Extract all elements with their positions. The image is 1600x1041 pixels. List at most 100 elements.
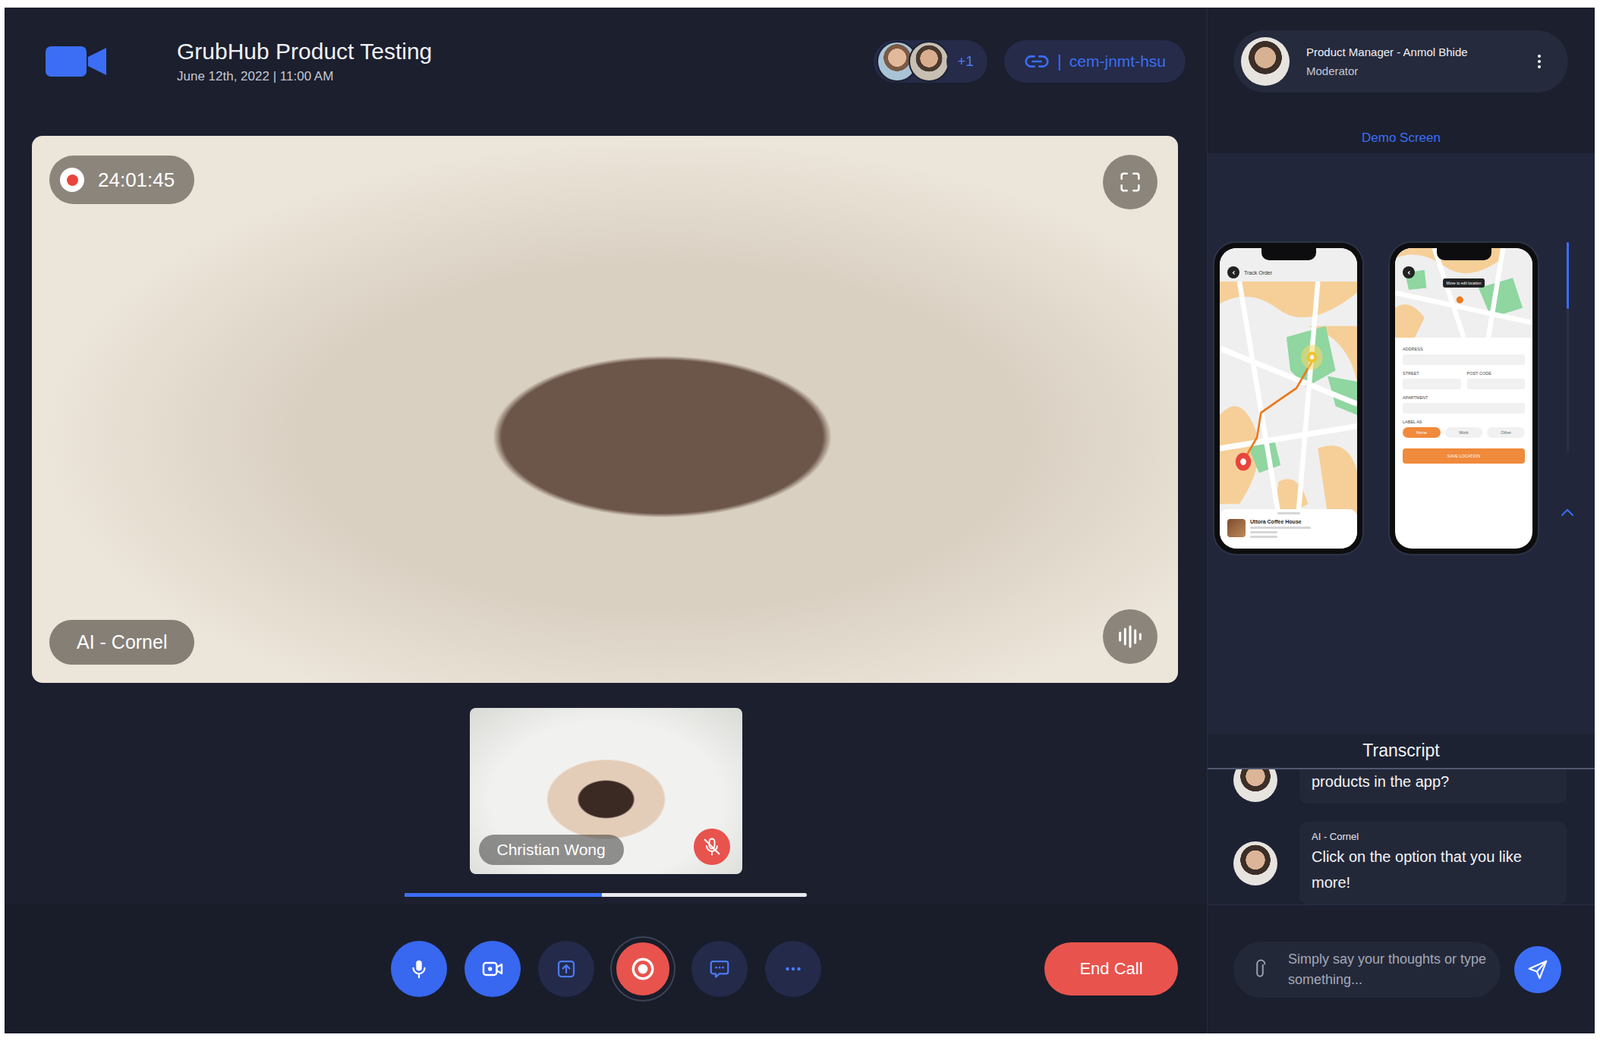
label-chip[interactable]: Other bbox=[1486, 427, 1525, 438]
meeting-link[interactable]: |cem-jnmt-hsu bbox=[1004, 40, 1186, 83]
restaurant-thumbnail bbox=[1227, 519, 1246, 538]
phone-mockup[interactable]: Track OrderUttora Coffee House bbox=[1214, 242, 1363, 555]
voice-input-icon[interactable] bbox=[1248, 958, 1272, 982]
scroll-thumb[interactable] bbox=[1566, 242, 1569, 309]
participants[interactable]: +1 bbox=[873, 40, 988, 83]
progress-fill bbox=[404, 893, 602, 898]
participant-avatar[interactable] bbox=[908, 40, 950, 82]
field-label: LABEL AS bbox=[1402, 419, 1525, 425]
map-area: Move to edit location bbox=[1395, 248, 1533, 338]
message-bubble: AI - CornelClick on the option that you … bbox=[1299, 822, 1567, 905]
record-icon bbox=[629, 956, 656, 983]
moderator-card[interactable]: Product Manager - Anmol Bhide Moderator bbox=[1233, 30, 1569, 93]
mic-off-icon bbox=[701, 836, 723, 858]
field-input[interactable] bbox=[1402, 403, 1525, 414]
moderator-info: Product Manager - Anmol Bhide Moderator bbox=[1306, 45, 1517, 78]
form-field: APARTMENT bbox=[1402, 395, 1525, 414]
transcript-message: AI - CornelClick on the option that you … bbox=[1233, 822, 1595, 905]
meeting-datetime: June 12th, 2022 | 11:00 AM bbox=[176, 69, 432, 85]
phone-list: Track OrderUttora Coffee House Move to ed… bbox=[1214, 242, 1538, 555]
page: GrubHub Product Testing June 12th, 2022 |… bbox=[0, 0, 1600, 1041]
moderator-role: Moderator bbox=[1306, 64, 1517, 78]
meeting-title: GrubHub Product Testing bbox=[176, 38, 432, 65]
record-button[interactable] bbox=[611, 938, 675, 1001]
chat-button[interactable] bbox=[691, 941, 748, 998]
order-card[interactable]: Uttora Coffee House bbox=[1219, 509, 1358, 549]
controls-bar: End Call bbox=[4, 904, 1207, 1034]
transcript-messages: products in the app? AI - CornelClick on … bbox=[1207, 769, 1595, 905]
phone-screen: Track OrderUttora Coffee House bbox=[1219, 248, 1358, 549]
chevron-left-icon bbox=[1406, 270, 1412, 276]
audio-level-button[interactable] bbox=[1102, 609, 1158, 665]
recording-dot-icon bbox=[59, 167, 85, 193]
demo-panel: Track OrderUttora Coffee House Move to ed… bbox=[1207, 153, 1595, 734]
upload-screen-icon bbox=[554, 957, 578, 981]
link-code: cem-jnmt-hsu bbox=[1069, 52, 1166, 71]
label-chip[interactable]: Home bbox=[1402, 427, 1441, 438]
scroll-track[interactable] bbox=[1566, 242, 1569, 452]
label-chip[interactable]: Work bbox=[1445, 427, 1484, 438]
save-location-button[interactable]: SAVE LOCATION bbox=[1402, 448, 1525, 464]
field-input[interactable] bbox=[1467, 378, 1526, 390]
field-label: APARTMENT bbox=[1402, 395, 1525, 400]
playback-progress[interactable] bbox=[404, 893, 807, 898]
detail-line bbox=[1250, 526, 1311, 530]
field-label: ADDRESS bbox=[1402, 346, 1525, 352]
field-label: POST CODE bbox=[1467, 371, 1526, 376]
more-button[interactable] bbox=[765, 941, 822, 998]
back-button[interactable] bbox=[1227, 266, 1240, 279]
mic-button[interactable] bbox=[390, 941, 448, 998]
fullscreen-button[interactable] bbox=[1102, 154, 1158, 210]
participants-more[interactable]: +1 bbox=[946, 42, 985, 81]
field-input[interactable] bbox=[1402, 354, 1525, 366]
demo-scroll bbox=[1559, 242, 1575, 517]
message-author: AI - Cornel bbox=[1311, 831, 1553, 843]
chat-icon bbox=[708, 957, 731, 981]
video-camera-logo-icon bbox=[45, 44, 107, 79]
moderator-title: Product Manager - Anmol Bhide bbox=[1306, 45, 1517, 59]
fullscreen-icon bbox=[1117, 169, 1144, 196]
main-column: GrubHub Product Testing June 12th, 2022 |… bbox=[4, 7, 1207, 1034]
phone-screen: Move to edit location ADDRESS STREET POST C… bbox=[1395, 248, 1533, 549]
location-map bbox=[1395, 248, 1533, 338]
controls-right: End Call bbox=[821, 942, 1208, 996]
self-video: Christian Wong bbox=[469, 708, 743, 875]
meeting-app: GrubHub Product Testing June 12th, 2022 |… bbox=[4, 7, 1595, 1034]
label-group: LABEL AS Home WorkOther bbox=[1402, 419, 1525, 438]
drag-handle bbox=[1277, 512, 1301, 515]
link-icon bbox=[1023, 53, 1050, 70]
microphone-icon bbox=[407, 957, 431, 981]
back-button[interactable] bbox=[1402, 266, 1415, 279]
message-text: Click on the option that you like more! bbox=[1311, 844, 1553, 896]
top-bar: GrubHub Product Testing June 12th, 2022 |… bbox=[4, 7, 1207, 123]
main-video: 24:01:45AI - Cornel bbox=[31, 135, 1178, 684]
detail-line bbox=[1250, 535, 1278, 539]
field-input[interactable] bbox=[1402, 378, 1462, 390]
send-icon bbox=[1526, 958, 1550, 982]
form-field: ADDRESS bbox=[1402, 346, 1525, 366]
camera-icon bbox=[480, 957, 505, 982]
order-row: Uttora Coffee House bbox=[1227, 519, 1350, 539]
address-form: ADDRESS STREET POST CODE APARTMENT LABEL AS H… bbox=[1395, 337, 1533, 472]
moderator-menu-button[interactable] bbox=[1533, 52, 1546, 71]
phone-mockup[interactable]: Move to edit location ADDRESS STREET POST C… bbox=[1389, 242, 1538, 555]
chevron-up-icon[interactable] bbox=[1559, 507, 1575, 517]
camera-button[interactable] bbox=[464, 941, 521, 998]
share-button[interactable] bbox=[538, 941, 595, 998]
route-map bbox=[1219, 281, 1358, 516]
call-controls bbox=[390, 938, 822, 1001]
map-tooltip: Move to edit location bbox=[1442, 278, 1486, 288]
message-input[interactable] bbox=[1288, 949, 1492, 991]
recording-timer: 24:01:45 bbox=[49, 155, 195, 205]
form-field: STREET bbox=[1402, 371, 1462, 390]
order-info: Uttora Coffee House bbox=[1250, 519, 1311, 539]
send-button[interactable] bbox=[1514, 946, 1562, 994]
muted-badge bbox=[693, 828, 731, 866]
more-dots-icon bbox=[781, 957, 805, 981]
phone-notch bbox=[1436, 248, 1492, 261]
message-bubble: products in the app? bbox=[1299, 769, 1567, 804]
label-chips: Home WorkOther bbox=[1402, 427, 1525, 438]
end-call-button[interactable]: End Call bbox=[1044, 942, 1178, 996]
timer-text: 24:01:45 bbox=[97, 168, 175, 193]
message-avatar bbox=[1233, 769, 1278, 803]
